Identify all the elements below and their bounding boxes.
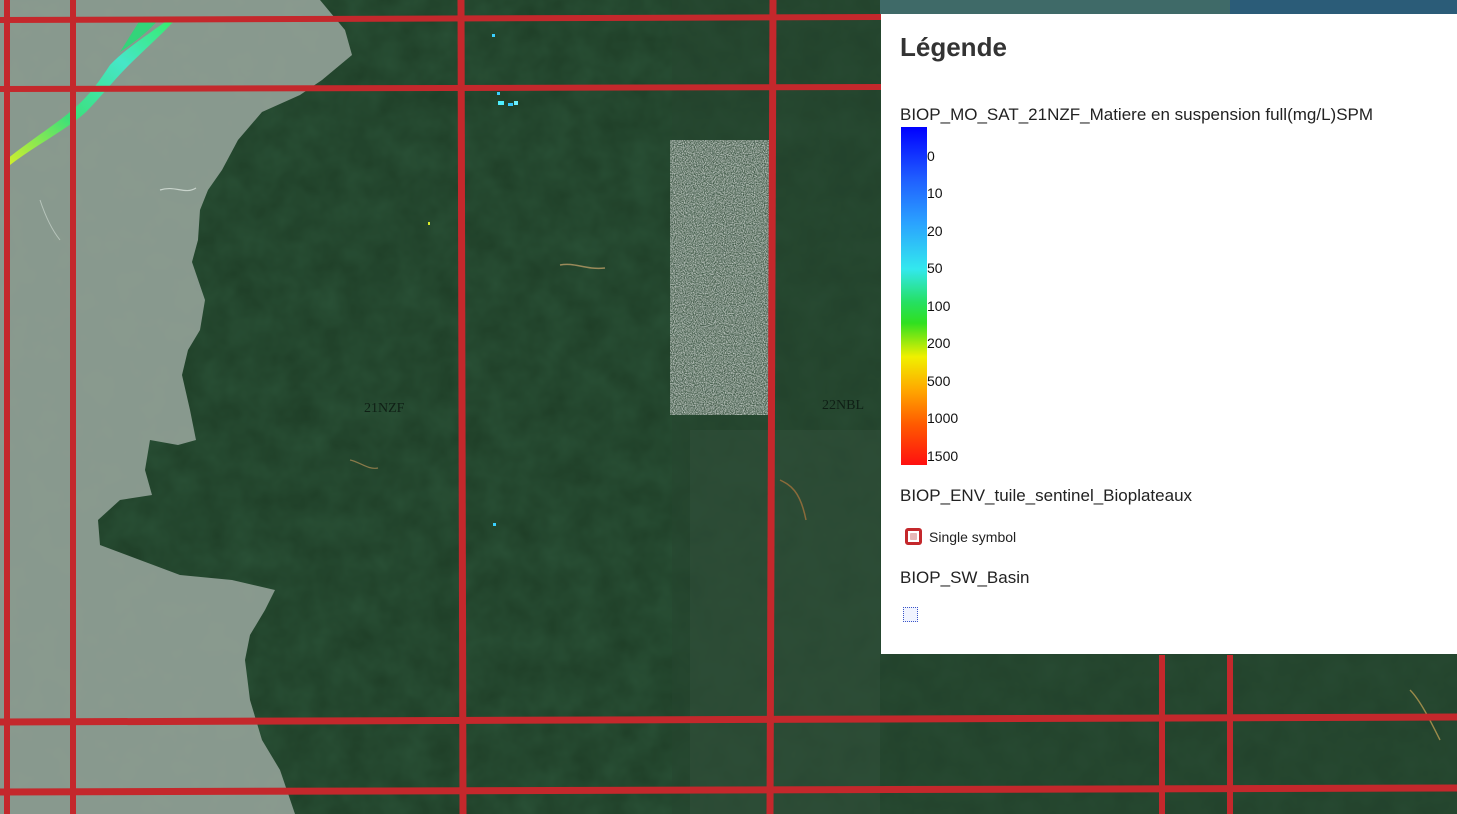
tile-label-21nzf: 21NZF <box>364 401 405 416</box>
legend-symbol-label: Single symbol <box>929 529 1017 545</box>
spm-pixel <box>508 103 513 106</box>
dotted-square-icon <box>903 607 918 622</box>
ocean-strip-far <box>1230 0 1457 14</box>
spm-pixel <box>492 34 495 37</box>
ramp-label: 10 <box>927 185 943 201</box>
ramp-label: 50 <box>927 260 943 276</box>
legend-layer-tiles-name: BIOP_ENV_tuile_sentinel_Bioplateaux <box>900 486 1193 505</box>
tile-grid-line <box>766 0 777 814</box>
legend-title: Légende <box>900 32 1007 62</box>
ramp-label: 1000 <box>927 410 959 426</box>
spm-pixel <box>514 101 518 105</box>
tile-label-22nbl: 22NBL <box>822 398 864 413</box>
tile-grid-line <box>0 784 1457 796</box>
legend-layer-basin-name: BIOP_SW_Basin <box>900 568 1030 587</box>
spm-pixel <box>493 523 496 526</box>
square-outline-icon <box>905 528 922 545</box>
spm-pixel <box>428 222 430 225</box>
legend-layer-spm-name: BIOP_MO_SAT_21NZF_Matiere en suspension … <box>900 105 1374 124</box>
color-ramp <box>901 127 927 465</box>
ramp-label: 0 <box>927 148 935 164</box>
ramp-label: 100 <box>927 298 951 314</box>
ramp-label: 1500 <box>927 448 959 464</box>
tile-grid-line <box>0 14 882 23</box>
ramp-label: 200 <box>927 335 951 351</box>
legend-panel: Légende BIOP_MO_SAT_21NZF_Matiere en sus… <box>881 14 1457 654</box>
tile-grid-line <box>0 84 882 92</box>
spm-pixel <box>497 92 500 95</box>
cloud-haze-south <box>690 430 880 814</box>
tile-grid-line <box>0 713 1457 726</box>
cloud-speckle <box>670 140 770 415</box>
spm-pixel <box>498 101 504 105</box>
tile-grid-line <box>457 0 467 814</box>
ramp-label: 500 <box>927 373 951 389</box>
ramp-label: 20 <box>927 223 943 239</box>
